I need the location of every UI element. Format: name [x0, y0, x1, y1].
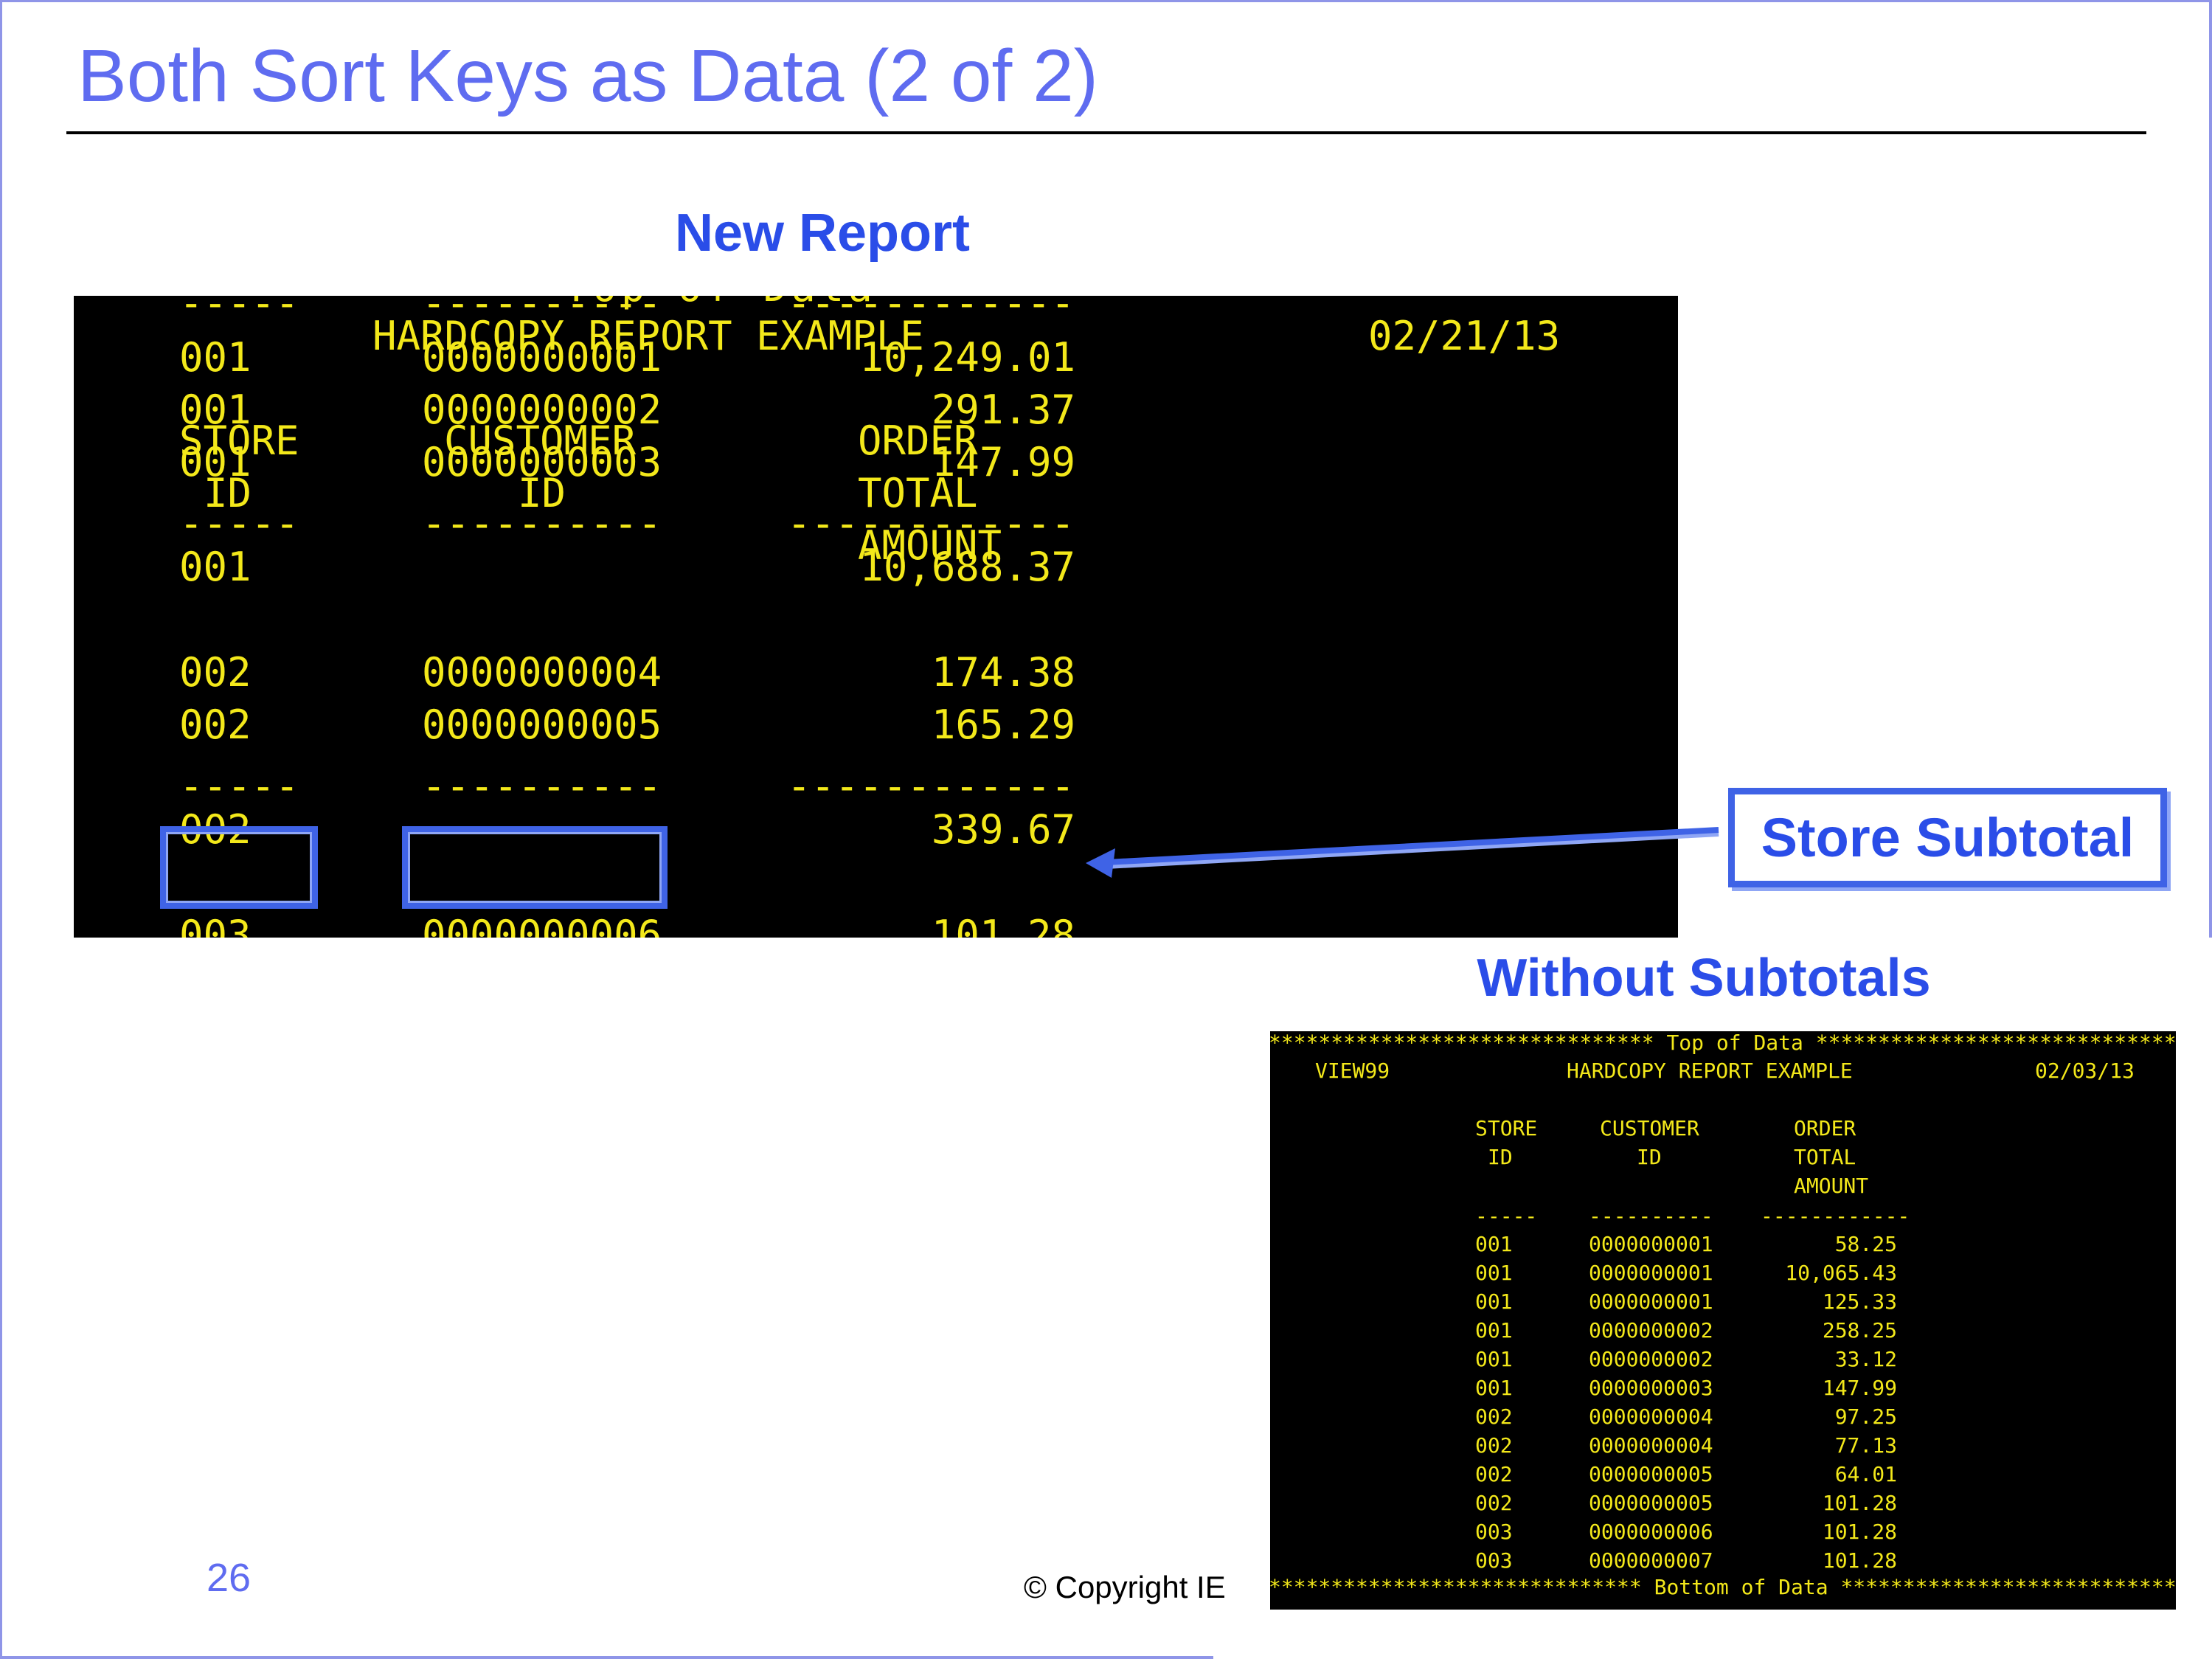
header-customer: ID — [1637, 1145, 1662, 1169]
report-title: HARDCOPY REPORT EXAMPLE — [1567, 1059, 1853, 1083]
header-customer: CUSTOMER — [1600, 1116, 1699, 1140]
table-row-store: 003 — [179, 912, 252, 938]
table-row-store: 001 — [1475, 1289, 1513, 1314]
table-row-customer: 0000000004 — [1589, 1405, 1713, 1429]
table-row-amount: 174.38 — [931, 649, 1075, 696]
separator-customer: ---------- — [422, 296, 662, 326]
separator-order: ------------ — [1761, 1204, 1910, 1228]
table-row-store: 001 — [1475, 1347, 1513, 1371]
table-row-customer: 0000000002 — [422, 387, 662, 433]
table-row-amount: 147.99 — [1822, 1376, 1897, 1400]
table-row-amount: 97.25 — [1834, 1405, 1897, 1429]
table-row-customer: 0000000005 — [1589, 1462, 1713, 1486]
copyright-text: © Copyright IE — [1024, 1570, 1226, 1604]
table-row-store: 001 — [179, 387, 252, 433]
table-row-store: 001 — [1475, 1318, 1513, 1343]
table-row-store: 003 — [1475, 1520, 1513, 1544]
table-row-customer: 0000000003 — [422, 439, 662, 485]
header-store: STORE — [1475, 1116, 1538, 1140]
table-row-store: 001 — [1475, 1261, 1513, 1285]
separator-store: ----- — [179, 763, 299, 809]
table-row-amount: 58.25 — [1834, 1232, 1897, 1256]
table-row-customer: 0000000006 — [422, 912, 662, 938]
table-row-amount: 33.12 — [1834, 1347, 1897, 1371]
table-row-amount: 165.29 — [931, 702, 1075, 748]
store-subtotal-callout: Store Subtotal — [1728, 788, 2167, 887]
separator-store: ----- — [179, 500, 299, 547]
view-name: VIEW99 — [1315, 1059, 1390, 1083]
separator-customer: ---------- — [422, 500, 662, 547]
top-banner: ******************************* Top of D… — [1270, 1031, 2176, 1055]
table-row-amount: 10,249.01 — [859, 334, 1075, 381]
table-row-store: 002 — [179, 649, 252, 696]
customer-id-highlight — [402, 826, 668, 909]
header-store: ID — [1488, 1145, 1513, 1169]
slide-title: Both Sort Keys as Data (2 of 2) — [77, 35, 1098, 117]
table-row-store: 002 — [1475, 1433, 1513, 1458]
table-row-store: 002 — [1475, 1462, 1513, 1486]
table-row-amount: 258.25 — [1822, 1318, 1897, 1343]
separator-order: ------------ — [787, 296, 1075, 326]
table-row-amount: 125.33 — [1822, 1289, 1897, 1314]
new-report-heading: New Report — [674, 204, 971, 263]
table-row-amount: 101.28 — [931, 912, 1075, 938]
slide-frame-left — [0, 0, 2, 1659]
table-row-customer: 0000000004 — [422, 649, 662, 696]
separator-store: ----- — [179, 296, 299, 326]
table-row-customer: 0000000004 — [1589, 1433, 1713, 1458]
bottom-banner: ****************************** Bottom of… — [1270, 1575, 2176, 1599]
table-row-amount: 291.37 — [931, 387, 1075, 433]
table-row-store: 001 — [179, 544, 252, 590]
table-row-amount: 101.28 — [1822, 1548, 1897, 1573]
table-row-store: 003 — [1475, 1548, 1513, 1573]
table-row-store: 001 — [1475, 1376, 1513, 1400]
separator-customer: ---------- — [422, 763, 662, 809]
report-date: 02/03/13 — [2035, 1059, 2135, 1083]
table-row-customer: 0000000005 — [422, 702, 662, 748]
table-row-amount: 101.28 — [1822, 1520, 1897, 1544]
table-row-customer: 0000000001 — [1589, 1261, 1713, 1285]
table-row-store: 002 — [1475, 1405, 1513, 1429]
table-row-store: 001 — [179, 439, 252, 485]
store-id-highlight — [160, 826, 318, 909]
table-row-customer: 0000000006 — [1589, 1520, 1713, 1544]
table-row-customer: 0000000002 — [1589, 1347, 1713, 1371]
table-row-amount: 64.01 — [1834, 1462, 1897, 1486]
table-row-customer: 0000000001 — [422, 334, 662, 381]
page-number: 26 — [207, 1556, 252, 1600]
report-date: 02/21/13 — [1368, 313, 1561, 359]
separator-customer: ---------- — [1589, 1204, 1713, 1228]
table-row-amount: 339.67 — [931, 806, 1075, 853]
header-order: TOTAL — [1794, 1145, 1856, 1169]
table-row-customer: 0000000002 — [1589, 1318, 1713, 1343]
table-row-amount: 10,688.37 — [859, 544, 1075, 590]
without-subtotals-heading: Without Subtotals — [1477, 949, 1931, 1008]
header-order: ORDER — [1794, 1116, 1856, 1140]
slide-frame-top — [0, 0, 2212, 2]
table-row-store: 002 — [1475, 1491, 1513, 1515]
table-row-amount: 77.13 — [1834, 1433, 1897, 1458]
table-row-amount: 10,065.43 — [1785, 1261, 1897, 1285]
table-row-amount: 147.99 — [931, 439, 1075, 485]
table-row-customer: 0000000005 — [1589, 1491, 1713, 1515]
table-row-store: 001 — [179, 334, 252, 381]
table-row-store: 002 — [179, 702, 252, 748]
slide-frame-bottom — [0, 1656, 1217, 1659]
table-row-customer: 0000000007 — [1589, 1548, 1713, 1573]
header-order: AMOUNT — [1794, 1174, 1869, 1198]
title-rule — [66, 131, 2146, 134]
table-row-customer: 0000000001 — [1589, 1289, 1713, 1314]
separator-order: ------------ — [787, 763, 1075, 809]
slide-frame-right — [2209, 0, 2212, 941]
table-row-customer: 0000000003 — [1589, 1376, 1713, 1400]
table-row-amount: 101.28 — [1822, 1491, 1897, 1515]
separator-order: ------------ — [787, 500, 1075, 547]
table-row-store: 001 — [1475, 1232, 1513, 1256]
without-subtotals-terminal: ******************************* Top of D… — [1270, 1031, 2176, 1610]
table-row-customer: 0000000001 — [1589, 1232, 1713, 1256]
separator-store: ----- — [1475, 1204, 1538, 1228]
